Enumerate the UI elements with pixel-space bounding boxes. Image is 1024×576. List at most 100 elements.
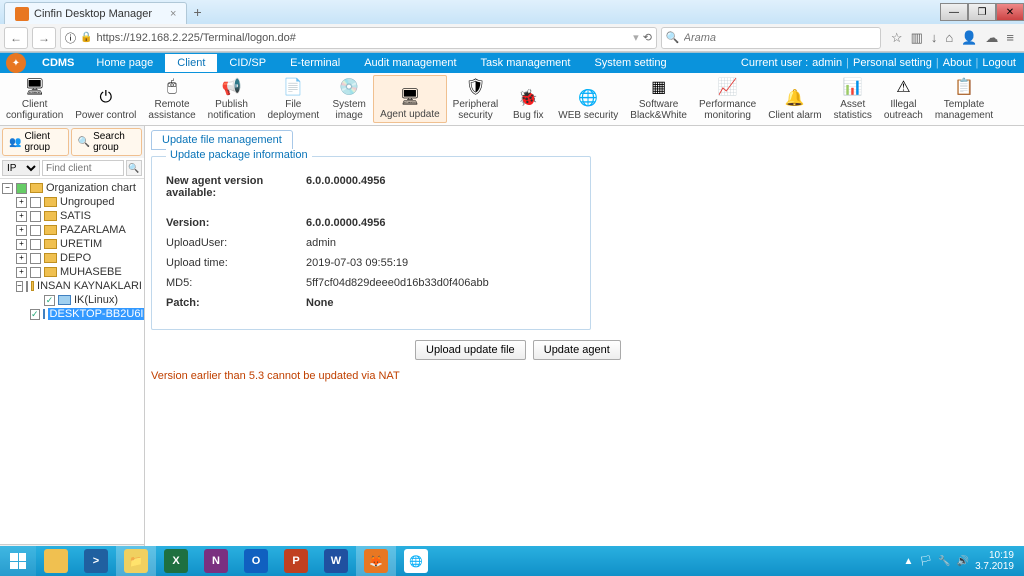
ribbon-bug-fix[interactable]: 🐞Bug fix xyxy=(504,75,552,123)
tree-checkbox[interactable] xyxy=(16,183,27,194)
tree-item[interactable]: − INSAN KAYNAKLARI xyxy=(16,279,142,293)
tree-label[interactable]: DESKTOP-BB2U6I8(Wi xyxy=(48,308,144,320)
close-tab-icon[interactable]: × xyxy=(170,8,176,20)
task-files[interactable]: 📁 xyxy=(116,546,156,576)
ribbon-web-security[interactable]: 🌐WEB security xyxy=(552,75,624,123)
ribbon-client-alarm[interactable]: 🔔Client alarm xyxy=(762,75,827,123)
search-group-tab[interactable]: 🔍Search group xyxy=(71,128,142,156)
tree-toggle[interactable]: + xyxy=(16,253,27,264)
tree-toggle[interactable]: + xyxy=(16,211,27,222)
task-onenote[interactable]: N xyxy=(196,546,236,576)
org-tree[interactable]: − Organization chart + Ungrouped + SATIS… xyxy=(0,179,144,544)
menu-audit-management[interactable]: Audit management xyxy=(352,54,468,72)
tree-label[interactable]: Ungrouped xyxy=(60,196,114,208)
ribbon-power-control[interactable]: ⏻Power control xyxy=(69,75,142,123)
task-powershell[interactable]: > xyxy=(76,546,116,576)
upload-update-file-button[interactable]: Upload update file xyxy=(415,340,526,360)
menu-icon[interactable]: ≡ xyxy=(1006,30,1014,46)
tray-flag-icon[interactable]: 🏳 xyxy=(919,556,932,567)
tree-item[interactable]: + PAZARLAMA xyxy=(16,223,142,237)
task-firefox[interactable]: 🦊 xyxy=(356,546,396,576)
tree-item[interactable]: + Ungrouped xyxy=(16,195,142,209)
tree-checkbox[interactable] xyxy=(30,211,41,222)
home-icon[interactable]: ⌂ xyxy=(945,30,953,46)
filter-type-select[interactable]: IP xyxy=(2,160,40,176)
downloads-icon[interactable]: ↓ xyxy=(931,30,938,46)
tray-network-icon[interactable]: 🔧 xyxy=(938,556,950,567)
ribbon-publish[interactable]: 📢Publishnotification xyxy=(202,75,262,123)
tree-label[interactable]: PAZARLAMA xyxy=(60,224,126,236)
update-agent-button[interactable]: Update agent xyxy=(533,340,621,360)
search-input[interactable] xyxy=(684,32,876,44)
ribbon-template[interactable]: 📋Templatemanagement xyxy=(929,75,999,123)
tree-toggle[interactable]: − xyxy=(2,183,13,194)
menu-home-page[interactable]: Home page xyxy=(84,54,165,72)
menu-e-terminal[interactable]: E-terminal xyxy=(278,54,352,72)
tree-label[interactable]: INSAN KAYNAKLARI xyxy=(37,280,142,292)
browser-search[interactable]: 🔍 xyxy=(661,27,881,49)
tree-checkbox[interactable] xyxy=(30,239,41,250)
tree-label[interactable]: URETIM xyxy=(60,238,102,250)
ribbon-file[interactable]: 📄Filedeployment xyxy=(261,75,325,123)
ribbon-peripheral[interactable]: 🛡Peripheralsecurity xyxy=(447,75,505,123)
ribbon-remote[interactable]: 🖱Remoteassistance xyxy=(142,75,201,123)
menu-system-setting[interactable]: System setting xyxy=(582,54,678,72)
tree-checkbox[interactable] xyxy=(30,253,41,264)
account-icon[interactable]: 👤 xyxy=(961,30,977,46)
task-excel[interactable]: X xyxy=(156,546,196,576)
ribbon-asset[interactable]: 📊Assetstatistics xyxy=(828,75,878,123)
task-explorer[interactable] xyxy=(36,546,76,576)
tree-checkbox[interactable] xyxy=(30,225,41,236)
task-outlook[interactable]: O xyxy=(236,546,276,576)
ribbon-illegal[interactable]: ⚠Illegaloutreach xyxy=(878,75,929,123)
find-client-input[interactable] xyxy=(42,160,124,176)
tree-toggle[interactable]: − xyxy=(16,281,23,292)
find-button[interactable]: 🔍 xyxy=(126,160,142,176)
info-icon[interactable]: ⓘ xyxy=(65,30,76,46)
reader-icon[interactable]: ▾ xyxy=(633,31,639,44)
back-button[interactable]: ← xyxy=(4,27,28,49)
tree-toggle[interactable]: + xyxy=(16,267,27,278)
forward-button[interactable]: → xyxy=(32,27,56,49)
ribbon-performance[interactable]: 📈Performancemonitoring xyxy=(693,75,762,123)
ribbon-client[interactable]: 🖥Clientconfiguration xyxy=(0,75,69,123)
bookmark-icon[interactable]: ☆ xyxy=(891,30,903,46)
menu-task-management[interactable]: Task management xyxy=(469,54,583,72)
tree-checkbox[interactable] xyxy=(30,267,41,278)
tree-label[interactable]: DEPO xyxy=(60,252,91,264)
menu-cid/sp[interactable]: CID/SP xyxy=(217,54,278,72)
url-bar[interactable]: ⓘ 🔒 https://192.168.2.225/Terminal/logon… xyxy=(60,27,657,49)
minimize-button[interactable]: — xyxy=(940,3,968,21)
tree-item[interactable]: + URETIM xyxy=(16,237,142,251)
tree-leaf[interactable]: DESKTOP-BB2U6I8(Wi xyxy=(30,307,142,321)
library-icon[interactable]: ▥ xyxy=(911,30,923,46)
tree-toggle[interactable]: + xyxy=(16,197,27,208)
tree-item[interactable]: + SATIS xyxy=(16,209,142,223)
tree-toggle[interactable]: + xyxy=(16,225,27,236)
task-powerpoint[interactable]: P xyxy=(276,546,316,576)
tree-label[interactable]: IK(Linux) xyxy=(74,294,118,306)
clock[interactable]: 10:19 3.7.2019 xyxy=(975,550,1014,572)
cloud-icon[interactable]: ☁ xyxy=(985,30,998,46)
tray-sound-icon[interactable]: 🔊 xyxy=(957,556,969,567)
tree-checkbox[interactable] xyxy=(30,197,41,208)
tree-checkbox[interactable] xyxy=(44,295,55,306)
tree-toggle[interactable]: + xyxy=(16,239,27,250)
client-group-tab[interactable]: 👥Client group xyxy=(2,128,69,156)
close-window-button[interactable]: ✕ xyxy=(996,3,1024,21)
logout-link[interactable]: Logout xyxy=(982,57,1016,69)
personal-setting-link[interactable]: Personal setting xyxy=(853,57,932,69)
task-chrome[interactable]: 🌐 xyxy=(396,546,436,576)
start-button[interactable] xyxy=(0,546,36,576)
tray-up-icon[interactable]: ▲ xyxy=(904,556,914,567)
about-link[interactable]: About xyxy=(943,57,972,69)
maximize-button[interactable]: ❐ xyxy=(968,3,996,21)
reload-icon[interactable]: ⟲ xyxy=(643,31,652,44)
tree-root[interactable]: − Organization chart xyxy=(2,181,142,195)
tree-label[interactable]: Organization chart xyxy=(46,182,136,194)
ribbon-agent-update[interactable]: 🖥Agent update xyxy=(373,75,447,123)
tree-checkbox[interactable] xyxy=(30,309,40,320)
tree-label[interactable]: MUHASEBE xyxy=(60,266,122,278)
tree-item[interactable]: + DEPO xyxy=(16,251,142,265)
tree-leaf[interactable]: IK(Linux) xyxy=(30,293,142,307)
